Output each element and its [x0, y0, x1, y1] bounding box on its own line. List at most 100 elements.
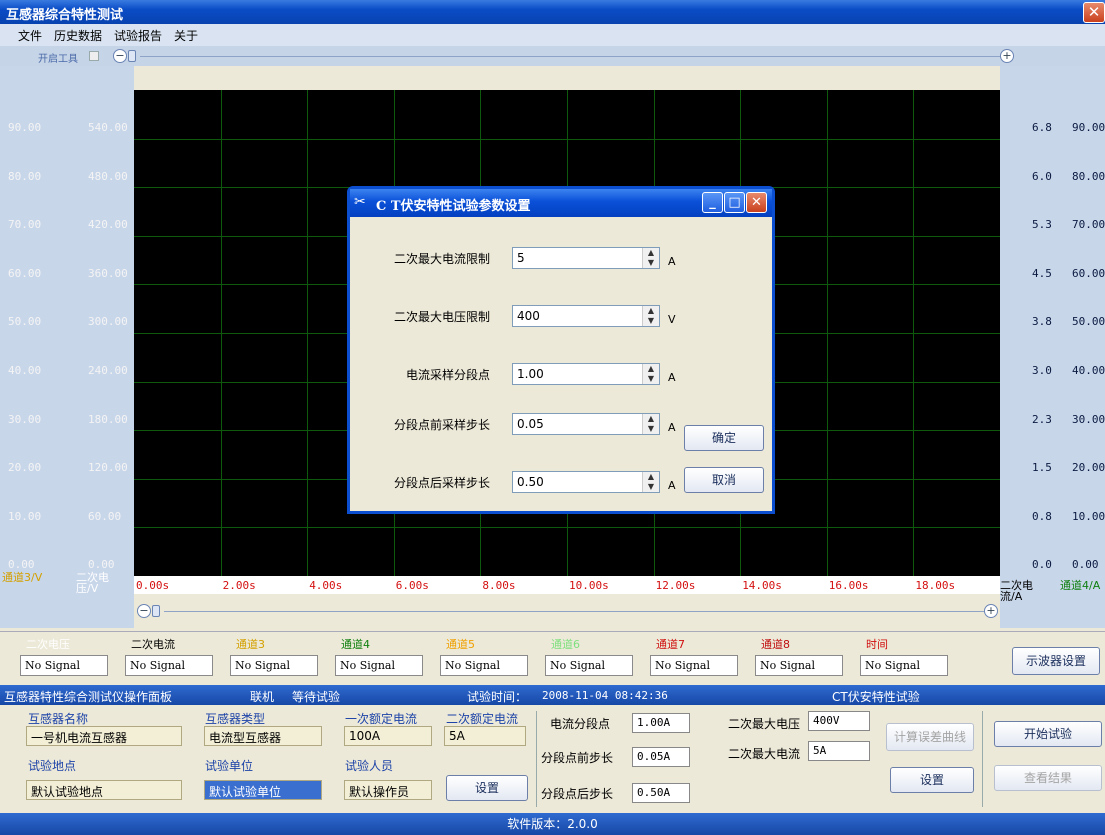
- max-current-field[interactable]: 5A: [808, 741, 870, 761]
- channel-label: 通道7: [656, 638, 685, 651]
- scope-settings-button[interactable]: 示波器设置: [1012, 647, 1100, 675]
- max-voltage-field[interactable]: 400V: [808, 711, 870, 731]
- max-current-label: 二次最大电流: [728, 747, 801, 761]
- transformer-type-field[interactable]: 电流型互感器: [204, 726, 322, 746]
- post-step-field[interactable]: 0.50A: [632, 783, 690, 803]
- zoom-out-bottom-icon[interactable]: −: [137, 604, 151, 618]
- dialog-cancel-button[interactable]: 取消: [684, 467, 764, 493]
- left2-axis-label: 二次电压/V: [76, 571, 109, 595]
- pre-step-label: 分段点前步长: [541, 751, 614, 765]
- dialog-field-spinbox[interactable]: 1.00 ▲ ▼: [512, 363, 660, 385]
- dialog-field-spinbox[interactable]: 0.05 ▲ ▼: [512, 413, 660, 435]
- operator-field[interactable]: 默认操作员: [344, 780, 432, 800]
- ct-parameter-dialog: ✂ C T伏安特性试验参数设置 _ □ ✕ 确定 取消 二次最大电流限制 5 ▲ ▼ A…: [347, 186, 775, 514]
- menu-about[interactable]: 关于: [168, 24, 204, 47]
- axis-tick: 0.00: [8, 558, 35, 572]
- spin-arrows-icon[interactable]: ▲ ▼: [642, 414, 659, 434]
- x-tick-label: 10.00s: [569, 579, 609, 592]
- top-slider-thumb[interactable]: [128, 50, 136, 62]
- channel-8: 通道8 No Signal: [755, 636, 843, 676]
- spin-arrows-icon[interactable]: ▲ ▼: [642, 472, 659, 492]
- axis-tick: 540.00: [88, 121, 128, 134]
- dialog-field-value[interactable]: 0.50: [517, 475, 544, 489]
- axis-tick: 5.3: [1032, 218, 1052, 232]
- axis-tick: 10.00: [1072, 509, 1105, 523]
- axis-tick: 70.00: [1072, 218, 1105, 232]
- zoom-out-top-icon[interactable]: −: [113, 49, 127, 63]
- dialog-field-spinbox[interactable]: 0.50 ▲ ▼: [512, 471, 660, 493]
- software-version: 软件版本：2.0.0: [0, 813, 1105, 835]
- info-settings-button[interactable]: 设置: [446, 775, 528, 801]
- dialog-field-label: 分段点后采样步长: [393, 476, 490, 490]
- pre-step-field[interactable]: 0.05A: [632, 747, 690, 767]
- dialog-field-spinbox[interactable]: 5 ▲ ▼: [512, 247, 660, 269]
- channel-value: No Signal: [755, 655, 843, 676]
- dialog-field-spinbox[interactable]: 400 ▲ ▼: [512, 305, 660, 327]
- dialog-field-unit: A: [668, 371, 676, 384]
- dialog-field-value[interactable]: 5: [517, 251, 525, 265]
- right-axis-panel: 6.8 6.0 5.3 4.5 3.8 3.0 2.3 1.5 0.8 0.0 90.00 80.0…: [1000, 66, 1105, 628]
- axis-tick: 30.00: [1072, 412, 1105, 426]
- test-time-label: 试验时间：: [467, 690, 528, 704]
- dialog-field-value[interactable]: 400: [517, 309, 540, 323]
- test-unit-field[interactable]: 默认试验单位: [204, 780, 322, 800]
- left1-axis-label: 通道3/V: [2, 571, 43, 584]
- axis-tick: 3.8: [1032, 315, 1052, 329]
- bottom-slider-track[interactable]: [164, 611, 986, 612]
- test-name: CT伏安特性试验: [832, 690, 920, 704]
- channel-value: No Signal: [230, 655, 318, 676]
- grid-line-horizontal: [134, 138, 1000, 140]
- max-voltage-label: 二次最大电压: [728, 717, 801, 731]
- axis-tick: 30.00: [8, 412, 42, 426]
- primary-current-label: 一次额定电流: [345, 712, 418, 726]
- dialog-field-value[interactable]: 0.05: [517, 417, 544, 431]
- dialog-field-value[interactable]: 1.00: [517, 367, 544, 381]
- axis-tick: 4.5: [1032, 266, 1052, 280]
- axis-tick: 240.00: [88, 364, 128, 377]
- x-tick-label: 12.00s: [655, 579, 696, 592]
- spin-arrows-icon[interactable]: ▲ ▼: [642, 248, 659, 268]
- bottom-slider-thumb[interactable]: [152, 605, 160, 617]
- segment-point-field[interactable]: 1.00A: [632, 713, 690, 733]
- channel-value: No Signal: [440, 655, 528, 676]
- secondary-current-field[interactable]: 5A: [444, 726, 526, 746]
- dialog-close-button[interactable]: ✕: [746, 192, 767, 213]
- test-location-field[interactable]: 默认试验地点: [26, 780, 182, 800]
- window-close-button[interactable]: ✕: [1083, 2, 1105, 23]
- dialog-ok-button[interactable]: 确定: [684, 425, 764, 451]
- left-axis-panel: 90.00 80.00 70.00 60.00 50.00 40.00 30.00 20.00…: [0, 66, 134, 628]
- start-test-button[interactable]: 开始试验: [994, 721, 1102, 747]
- axis-tick: 0.00: [1072, 558, 1099, 572]
- dialog-field-unit: A: [668, 421, 676, 434]
- axis-tick: 20.00: [1072, 461, 1105, 475]
- tool-toggle-checkbox[interactable]: [89, 51, 99, 61]
- menu-history[interactable]: 历史数据: [48, 24, 108, 47]
- axis-tick: 70.00: [8, 218, 42, 232]
- spin-arrows-icon[interactable]: ▲ ▼: [642, 364, 659, 384]
- zoom-in-top-icon[interactable]: +: [1000, 49, 1014, 63]
- channel-value: No Signal: [860, 655, 948, 676]
- view-results-button[interactable]: 查看结果: [994, 765, 1102, 791]
- params-settings-button[interactable]: 设置: [890, 767, 974, 793]
- x-tick-label: 18.00s: [915, 579, 956, 592]
- menu-report[interactable]: 试验报告: [108, 24, 168, 47]
- operator-label: 试验人员: [345, 759, 394, 773]
- primary-current-field[interactable]: 100A: [344, 726, 432, 746]
- transformer-name-field[interactable]: 一号机电流互感器: [26, 726, 182, 746]
- axis-tick: 1.5: [1032, 461, 1052, 475]
- dialog-minimize-button[interactable]: _: [702, 192, 723, 213]
- panel-name: 互感器特性综合测试仪操作面板: [4, 690, 173, 704]
- title-bar: 互感器综合特性测试 ✕: [0, 0, 1105, 24]
- menu-file[interactable]: 文件: [12, 24, 48, 47]
- calc-error-curve-button[interactable]: 计算误差曲线: [886, 723, 974, 751]
- zoom-in-bottom-icon[interactable]: +: [984, 604, 998, 618]
- x-tick-label: 14.00s: [742, 579, 782, 592]
- axis-tick: 90.00: [8, 121, 42, 134]
- dialog-maximize-button[interactable]: □: [724, 192, 745, 213]
- channel-7: 通道7 No Signal: [650, 636, 738, 676]
- channel-3: 通道3 No Signal: [230, 636, 318, 676]
- spin-arrows-icon[interactable]: ▲ ▼: [642, 306, 659, 326]
- axis-tick: 40.00: [8, 364, 42, 377]
- top-slider-track[interactable]: [140, 56, 1000, 57]
- axis-tick: 3.0: [1032, 364, 1052, 377]
